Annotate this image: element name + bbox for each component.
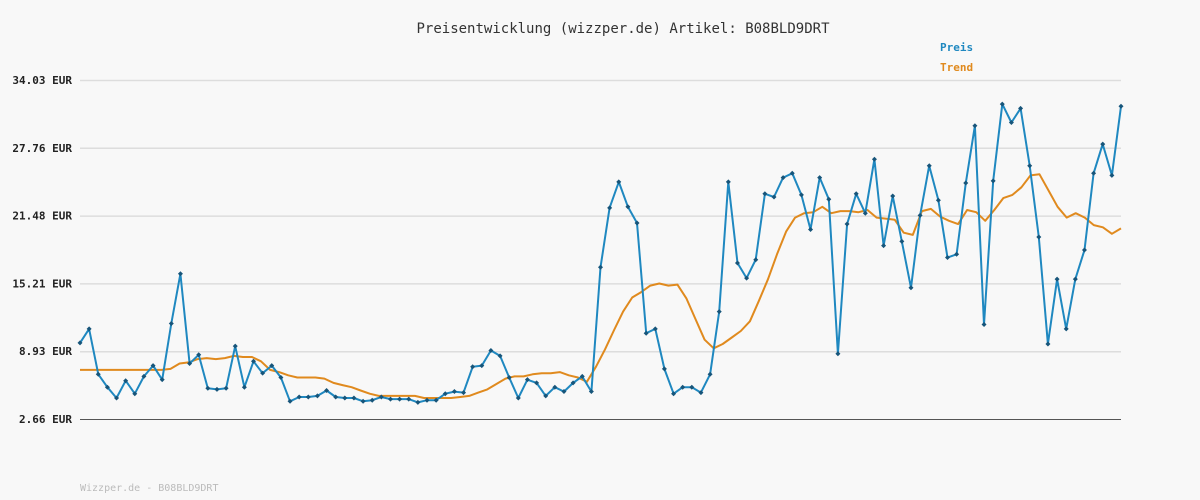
data-point-preis [177,271,183,277]
data-point-preis [935,197,941,203]
data-point-preis [908,285,914,291]
price-chart: Preisentwicklung (wizzper.de) Artikel: B… [12,21,1124,494]
data-point-preis [232,343,238,349]
y-axis-ticks: 34.03 EUR 27.76 EUR 21.48 EUR 15.21 EUR 8.93… [12,74,72,426]
data-point-preis [607,205,613,211]
chart-title: Preisentwicklung (wizzper.de) Artikel: B… [416,21,830,37]
data-point-preis [762,191,768,197]
data-point-preis [716,309,722,315]
data-point-preis [451,389,457,395]
data-point-preis [461,390,467,396]
data-point-preis [223,385,229,391]
data-point-preis [808,226,814,232]
y-tick-label: 8.93 EUR [19,345,72,358]
data-point-preis [205,385,211,391]
y-tick-label: 27.76 EUR [12,142,72,155]
data-point-preis [1036,234,1042,240]
data-point-preis [881,243,887,249]
data-point-preis [963,180,969,186]
data-point-preis [415,399,421,405]
data-point-preis [1109,172,1115,178]
data-point-preis [351,395,357,401]
data-point-preis [954,251,960,257]
y-tick-label: 34.03 EUR [12,74,72,87]
data-point-preis [1118,103,1124,109]
data-point-preis [725,179,731,185]
data-point-preis [1091,170,1097,176]
data-point-preis [1027,163,1033,169]
data-point-preis [1054,276,1060,282]
data-point-preis [305,394,311,400]
data-point-preis [1100,141,1106,147]
data-point-preis [360,398,366,404]
data-point-preis [661,366,667,372]
data-point-preis [470,364,476,370]
data-point-preis [1045,341,1051,347]
data-point-preis [387,396,393,402]
data-point-preis [616,179,622,185]
data-point-preis [871,156,877,162]
data-point-preis [342,395,348,401]
series-line-trend [80,173,1122,399]
y-tick-label: 2.66 EUR [19,413,72,426]
data-point-preis [241,384,247,390]
footer-watermark: Wizzper.de - B08BLD9DRT [80,483,218,494]
data-point-preis [926,163,932,169]
data-point-preis [990,178,996,184]
grid-lines [80,79,1121,353]
legend-trend: Trend [940,61,973,74]
data-point-preis [945,255,950,261]
legend-preis: Preis [940,41,973,54]
data-point-preis [844,221,850,227]
data-point-preis [1081,247,1087,253]
data-point-preis [1072,276,1078,282]
data-point-preis [369,397,375,403]
y-tick-label: 15.21 EUR [12,277,72,290]
data-point-preis [899,238,905,244]
data-point-preis [168,320,174,326]
data-point-preis [397,396,403,402]
data-point-preis [406,396,412,402]
data-point-preis [598,264,603,270]
data-point-preis [981,322,987,328]
data-point-preis [972,123,978,129]
y-tick-label: 21.48 EUR [12,210,72,223]
data-point-preis [1063,326,1069,332]
data-point-preis [890,193,896,199]
data-point-preis [214,386,220,392]
